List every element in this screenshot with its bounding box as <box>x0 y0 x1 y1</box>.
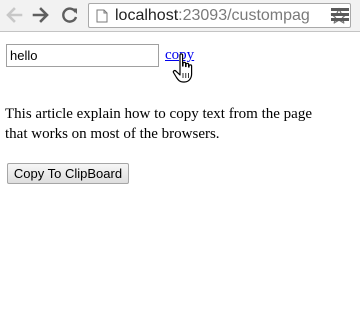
url-path: :23093/custompag <box>178 7 310 24</box>
back-arrow-icon <box>6 7 23 23</box>
copy-link[interactable]: copy <box>165 47 194 64</box>
article-text: This article explain how to copy text fr… <box>5 106 312 142</box>
page-content: copy This article explain how to copy te… <box>0 33 360 312</box>
url-text: localhost:23093/custompag <box>115 7 310 25</box>
forward-button[interactable] <box>30 4 52 26</box>
forward-arrow-icon <box>32 7 49 23</box>
address-bar[interactable]: localhost:23093/custompag <box>88 3 351 28</box>
reload-icon <box>62 7 78 23</box>
page-icon <box>96 9 108 23</box>
copy-to-clipboard-button[interactable]: Copy To ClipBoard <box>7 163 129 184</box>
browser-toolbar: localhost:23093/custompag <box>0 0 360 32</box>
menu-icon[interactable] <box>331 8 349 23</box>
reload-button[interactable] <box>59 4 81 26</box>
text-input[interactable] <box>6 44 159 67</box>
url-host: localhost <box>115 7 179 24</box>
back-button[interactable] <box>3 4 25 26</box>
